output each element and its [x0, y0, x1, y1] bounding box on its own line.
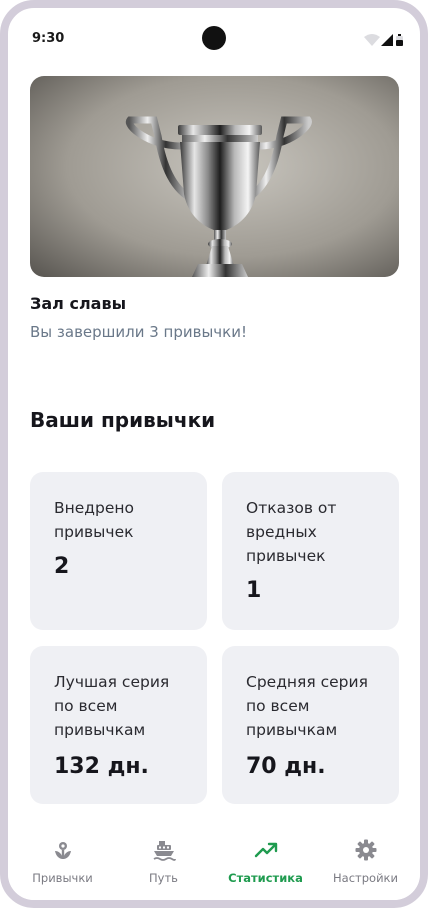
- battery-icon: [396, 34, 403, 46]
- nav-tab-habits[interactable]: Привычки: [11, 828, 114, 900]
- stat-card-best-streak: Лучшая серия по всем привычкам 132 дн.: [30, 646, 207, 804]
- nav-label: Путь: [149, 871, 178, 885]
- nav-label: Статистика: [228, 871, 303, 885]
- stat-card-average-streak: Средняя серия по всем привычкам 70 дн.: [222, 646, 399, 804]
- stat-card-bad-habits-quit: Отказов от вредных привычек 1: [222, 472, 399, 630]
- status-bar: 9:30: [8, 8, 420, 58]
- bottom-navigation: Привычки Путь Статистика Настройки: [8, 828, 420, 900]
- status-icons: [364, 33, 406, 47]
- stat-card-habits-adopted: Внедрено привычек 2: [30, 472, 207, 630]
- signal-icon: [381, 34, 393, 46]
- wifi-icon: [364, 34, 380, 46]
- hall-of-fame-image: [30, 76, 399, 277]
- nav-tab-settings[interactable]: Настройки: [314, 828, 417, 900]
- hall-of-fame-subtitle: Вы завершили 3 привычки!: [30, 323, 247, 341]
- stat-value: 1: [246, 578, 262, 603]
- your-habits-heading: Ваши привычки: [30, 408, 216, 432]
- hall-of-fame-title: Зал славы: [30, 294, 127, 313]
- stat-label: Внедрено привычек: [54, 499, 135, 541]
- gear-icon: [355, 839, 376, 861]
- stat-label: Отказов от вредных привычек: [246, 499, 337, 565]
- status-time: 9:30: [32, 31, 65, 46]
- stat-label: Лучшая серия по всем привычкам: [54, 673, 170, 739]
- phone-frame: 9:30 Зал славы Вы завершили 3 привычки! …: [0, 0, 428, 908]
- nav-label: Привычки: [32, 871, 93, 885]
- front-camera: [202, 26, 226, 50]
- stat-value: 2: [54, 554, 70, 579]
- sprout-icon: [54, 842, 71, 859]
- trophy-icon: [30, 76, 399, 277]
- nav-label: Настройки: [333, 871, 398, 885]
- stat-value: 132 дн.: [54, 754, 149, 779]
- trending-up-icon: [254, 842, 277, 858]
- stat-value: 70 дн.: [246, 754, 326, 779]
- nav-tab-path[interactable]: Путь: [112, 828, 215, 900]
- ship-icon: [153, 841, 176, 861]
- nav-tab-statistics[interactable]: Статистика: [214, 828, 317, 900]
- stat-label: Средняя серия по всем привычкам: [246, 673, 368, 739]
